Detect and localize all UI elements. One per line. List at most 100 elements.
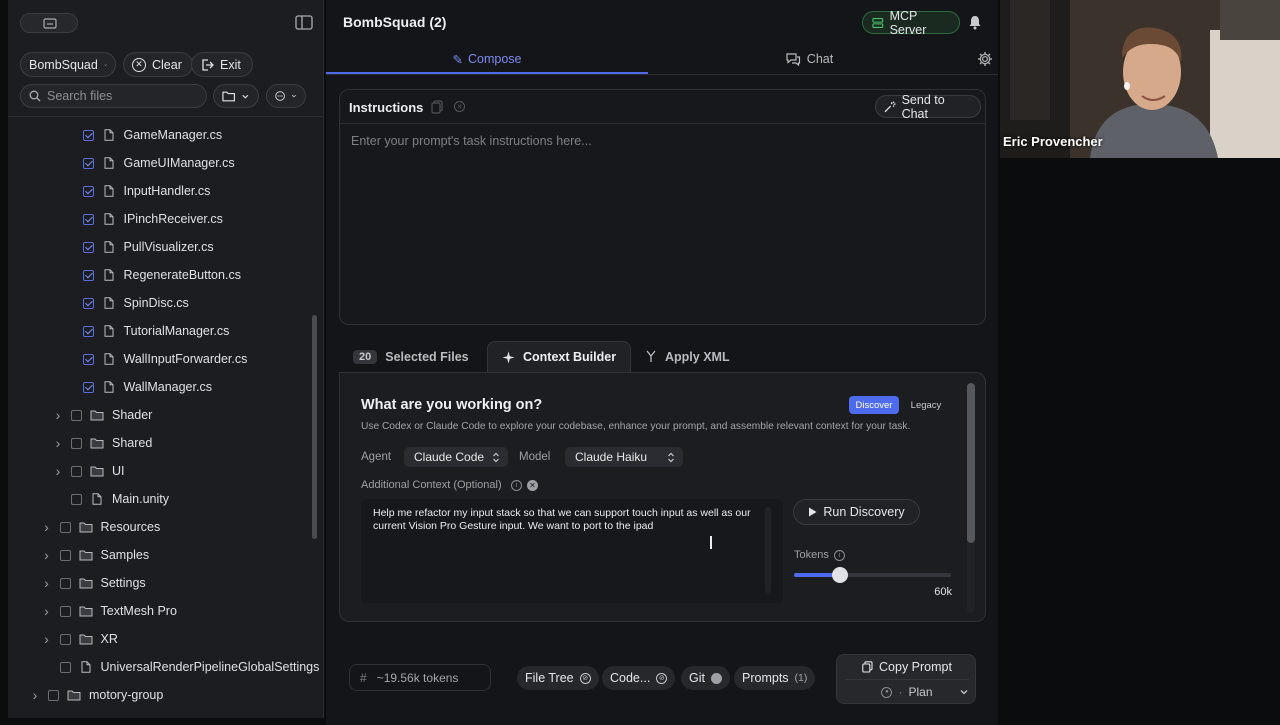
file-checkbox[interactable] [82, 157, 94, 169]
plan-dropdown[interactable]: ● · Plan [837, 680, 977, 704]
tab-compose[interactable]: ✎ Compose [326, 44, 648, 74]
folder-filter-button[interactable] [213, 84, 259, 108]
tree-folder-row[interactable]: › UI [53, 460, 125, 482]
tab-context-builder[interactable]: Context Builder [487, 341, 632, 372]
file-checkbox[interactable] [82, 325, 94, 337]
tree-folder-row[interactable]: › Shader [53, 404, 153, 426]
file-checkbox[interactable] [59, 521, 71, 533]
workspace-dropdown[interactable]: BombSquad [20, 52, 116, 77]
file-tree-chip[interactable]: File Tree ⊘ [517, 666, 599, 690]
chevron-right-icon[interactable]: › [53, 463, 63, 479]
chevron-right-icon[interactable]: › [42, 575, 52, 591]
legacy-mode-button[interactable]: Legacy [902, 396, 950, 414]
file-checkbox[interactable] [59, 633, 71, 645]
tab-chat[interactable]: Chat [648, 44, 970, 74]
chevron-right-icon[interactable]: › [30, 687, 40, 703]
file-checkbox[interactable] [59, 605, 71, 617]
chevron-right-icon[interactable]: › [42, 547, 52, 563]
copy-prompt-button[interactable]: Copy Prompt [837, 655, 977, 679]
more-options-button[interactable] [266, 84, 306, 108]
file-checkbox[interactable] [82, 381, 94, 393]
file-checkbox[interactable] [82, 297, 94, 309]
tree-file-row[interactable]: GameManager.cs [65, 124, 222, 146]
tree-folder-row[interactable]: › Resources [42, 516, 160, 538]
tree-file-row[interactable]: RegenerateButton.cs [65, 264, 241, 286]
file-checkbox[interactable] [82, 269, 94, 281]
run-discovery-button[interactable]: Run Discovery [793, 499, 920, 525]
clear-button[interactable]: ✕ Clear [123, 52, 193, 77]
file-checkbox[interactable] [82, 185, 94, 197]
tree-file-row[interactable]: UniversalRenderPipelineGlobalSettings [42, 656, 319, 678]
tab-selected-files[interactable]: 20 Selected Files [339, 341, 483, 372]
textarea-scrollbar[interactable] [765, 507, 771, 593]
tree-file-row[interactable]: InputHandler.cs [65, 180, 210, 202]
file-checkbox[interactable] [71, 437, 82, 449]
git-chip[interactable]: Git [681, 666, 730, 690]
tab-apply-xml[interactable]: Apply XML [631, 341, 744, 372]
mcp-server-button[interactable]: MCP Server [862, 9, 960, 37]
clear-instructions-icon[interactable]: ✕ [454, 101, 465, 112]
tree-folder-row[interactable]: › motory-group [30, 684, 164, 706]
context-builder-panel: What are you working on? Discover Legacy… [339, 372, 986, 622]
tree-folder-row[interactable]: › TextMesh Pro [42, 600, 177, 622]
tree-folder-row[interactable]: › Shared [53, 432, 153, 454]
tree-file-row[interactable]: GameUIManager.cs [65, 152, 235, 174]
chevron-right-icon[interactable]: › [53, 435, 63, 451]
additional-context-textarea[interactable]: Help me refactor my input stack so that … [361, 499, 783, 603]
panel-scrollbar-thumb[interactable] [967, 383, 975, 543]
tree-item-label: Shader [112, 408, 153, 422]
tree-file-row[interactable]: TutorialManager.cs [65, 320, 229, 342]
gear-icon[interactable] [977, 51, 993, 67]
tree-item-label: GameUIManager.cs [123, 156, 235, 170]
additional-context-label: Additional Context (Optional) [361, 479, 502, 491]
copy-icon[interactable] [431, 100, 443, 114]
panel-scrollbar-track[interactable] [967, 383, 975, 613]
copy-icon [862, 661, 873, 673]
file-checkbox[interactable] [82, 353, 94, 365]
clear-context-icon[interactable]: ✕ [527, 480, 538, 491]
tree-folder-row[interactable]: › XR [42, 628, 118, 650]
file-checkbox[interactable] [71, 493, 82, 505]
tree-file-row[interactable]: SpinDisc.cs [65, 292, 189, 314]
file-checkbox[interactable] [71, 409, 82, 421]
chevron-right-icon[interactable]: › [42, 519, 52, 535]
file-checkbox[interactable] [82, 241, 94, 253]
instructions-textarea[interactable]: Enter your prompt's task instructions he… [351, 134, 971, 314]
exit-button[interactable]: Exit [191, 52, 253, 77]
window-switcher-button[interactable] [20, 13, 78, 33]
toggle-icon: ⊘ [579, 672, 591, 684]
code-chip[interactable]: Code... ⊘ [602, 666, 676, 690]
tree-file-row[interactable]: Main.unity [53, 488, 169, 510]
sidebar-toggle-icon[interactable] [295, 15, 313, 30]
file-checkbox[interactable] [82, 129, 94, 141]
search-input[interactable]: Search files [20, 84, 207, 108]
chevron-right-icon[interactable]: › [42, 631, 52, 647]
prompts-chip[interactable]: Prompts (1) [734, 666, 816, 690]
tokens-slider-track[interactable] [794, 567, 951, 583]
file-checkbox[interactable] [59, 577, 71, 589]
file-checkbox[interactable] [59, 549, 71, 561]
file-checkbox[interactable] [48, 689, 59, 701]
model-select[interactable]: Claude Haiku [565, 447, 683, 467]
chevron-right-icon[interactable]: › [53, 407, 63, 423]
file-checkbox[interactable] [82, 213, 94, 225]
file-icon [104, 381, 113, 393]
tree-folder-row[interactable]: › Samples [42, 544, 150, 566]
tree-folder-row[interactable]: › Settings [42, 572, 146, 594]
tree-file-row[interactable]: PullVisualizer.cs [65, 236, 214, 258]
discover-mode-button[interactable]: Discover [849, 396, 899, 414]
file-checkbox[interactable] [59, 661, 71, 673]
tree-file-row[interactable]: IPinchReceiver.cs [65, 208, 223, 230]
tokens-slider-thumb[interactable] [831, 567, 848, 583]
send-to-chat-button[interactable]: Send to Chat [875, 93, 981, 121]
tree-file-row[interactable]: WallInputForwarder.cs [65, 348, 247, 370]
file-icon [104, 241, 113, 253]
plan-icon: ● [881, 686, 893, 698]
chevron-right-icon[interactable]: › [42, 603, 52, 619]
agent-select[interactable]: Claude Code [404, 447, 508, 467]
tree-item-label: Samples [100, 548, 150, 562]
tree-file-row[interactable]: WallManager.cs [65, 376, 212, 398]
sidebar-scrollbar[interactable] [312, 315, 317, 539]
file-checkbox[interactable] [71, 465, 82, 477]
bell-icon[interactable] [968, 14, 982, 30]
